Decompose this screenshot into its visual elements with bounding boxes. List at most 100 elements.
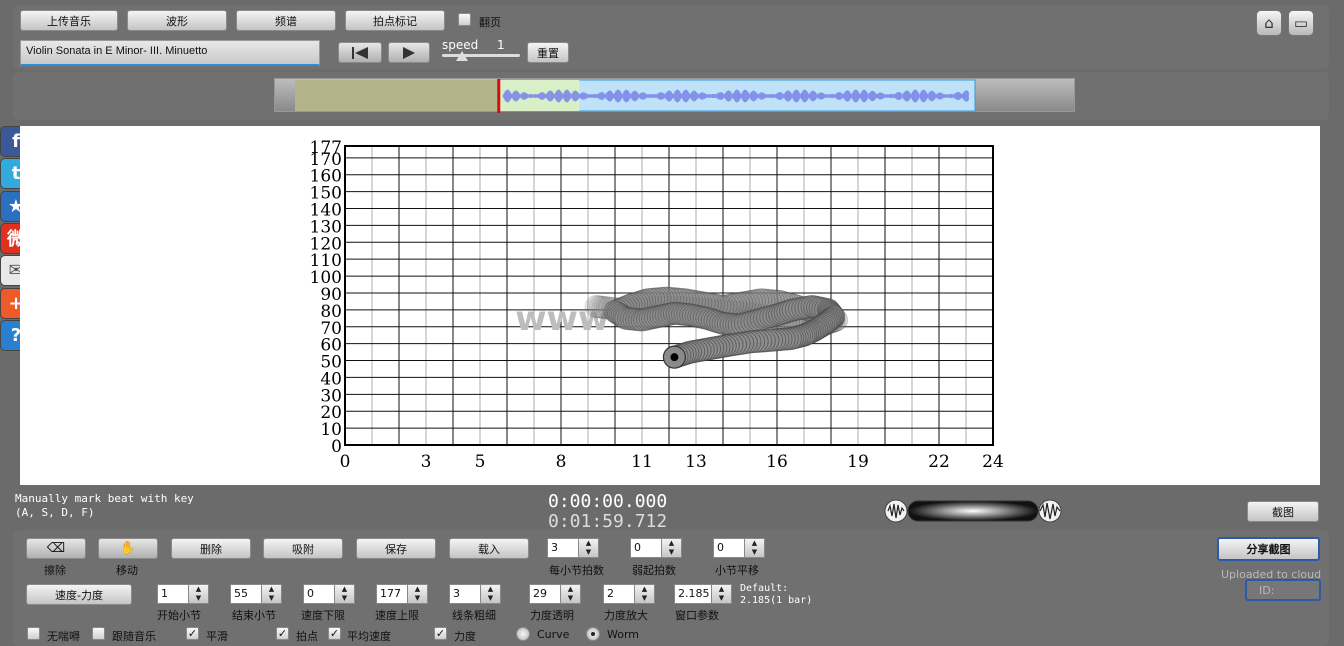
- follow-music-checkbox[interactable]: [92, 627, 105, 640]
- beats-per-bar-value[interactable]: 3: [547, 538, 579, 558]
- bar-shift-label: 小节平移: [715, 564, 759, 577]
- speed-slider-track[interactable]: [442, 54, 520, 57]
- worm-radio[interactable]: [586, 627, 600, 641]
- hint-text-line1: Manually mark beat with key: [15, 492, 194, 505]
- waveform-overview[interactable]: [274, 78, 1075, 113]
- no-breath-checkbox[interactable]: [27, 627, 40, 640]
- chevron-up-icon[interactable]: ▲: [712, 585, 731, 594]
- move-button[interactable]: ✋: [98, 538, 158, 559]
- reset-button[interactable]: 重置: [527, 42, 569, 63]
- page-flip-label: 翻页: [479, 16, 501, 29]
- chevron-up-icon[interactable]: ▲: [262, 585, 281, 594]
- chevron-down-icon[interactable]: ▼: [712, 594, 731, 603]
- chevron-up-icon[interactable]: ▲: [635, 585, 654, 594]
- tempo-min-stepper[interactable]: 0 ▲ ▼: [303, 584, 355, 604]
- tempo-max-value[interactable]: 177: [376, 584, 408, 604]
- tempo-max-stepper[interactable]: 177 ▲ ▼: [376, 584, 428, 604]
- bar-shift-value[interactable]: 0: [713, 538, 745, 558]
- line-width-label: 线条粗细: [452, 609, 496, 622]
- load-button[interactable]: 载入: [449, 538, 529, 559]
- home-icon[interactable]: ⌂: [1256, 10, 1282, 36]
- chevron-down-icon[interactable]: ▼: [481, 594, 500, 603]
- start-bar-stepper[interactable]: 1 ▲ ▼: [157, 584, 209, 604]
- beats-per-bar-stepper[interactable]: 3 ▲ ▼: [547, 538, 599, 558]
- speed-value: 1: [497, 38, 505, 52]
- upbeat-value[interactable]: 0: [630, 538, 662, 558]
- end-bar-stepper[interactable]: 55 ▲ ▼: [230, 584, 282, 604]
- chevron-down-icon[interactable]: ▼: [635, 594, 654, 603]
- chevron-up-icon[interactable]: ▲: [189, 585, 208, 594]
- upbeat-stepper[interactable]: 0 ▲ ▼: [630, 538, 682, 558]
- average-tempo-checkbox[interactable]: ✓: [328, 627, 341, 640]
- chevron-up-icon[interactable]: ▲: [745, 539, 764, 548]
- x-tick-label: 8: [556, 452, 567, 472]
- start-bar-value[interactable]: 1: [157, 584, 189, 604]
- snap-button[interactable]: 吸附: [263, 538, 343, 559]
- curve-radio[interactable]: [516, 627, 530, 641]
- worm-label: Worm: [607, 628, 640, 641]
- fullscreen-icon[interactable]: ▭: [1288, 10, 1314, 36]
- chevron-up-icon[interactable]: ▲: [579, 539, 598, 548]
- chevron-up-icon[interactable]: ▲: [481, 585, 500, 594]
- chevron-down-icon[interactable]: ▼: [408, 594, 427, 603]
- default-line1: Default:: [740, 583, 789, 594]
- chevron-down-icon[interactable]: ▼: [745, 548, 764, 557]
- beat-point-checkbox[interactable]: ✓: [276, 627, 289, 640]
- speed-label: speed: [442, 38, 479, 52]
- spectrum-button[interactable]: 频谱: [236, 10, 336, 31]
- x-tick-label: 11: [631, 452, 653, 472]
- opacity-label: 力度透明: [530, 609, 574, 622]
- song-title-field[interactable]: Violin Sonata in E Minor- III. Minuetto: [20, 40, 320, 66]
- eraser-label: 擦除: [44, 564, 66, 577]
- tempo-dynamics-mode-button[interactable]: 速度-力度: [26, 584, 132, 605]
- opacity-value[interactable]: 29: [529, 584, 561, 604]
- volume-control[interactable]: [884, 499, 1062, 523]
- end-bar-value[interactable]: 55: [230, 584, 262, 604]
- move-icon: ✋: [119, 541, 137, 556]
- x-tick-label: 0: [340, 452, 351, 472]
- skip-to-start-button[interactable]: [338, 42, 382, 63]
- bar-shift-stepper[interactable]: 0 ▲ ▼: [713, 538, 765, 558]
- window-param-label: 窗口参数: [675, 609, 719, 622]
- smooth-label: 平滑: [206, 630, 228, 643]
- chevron-up-icon[interactable]: ▲: [662, 539, 681, 548]
- window-param-stepper[interactable]: 2.185 ▲ ▼: [674, 584, 732, 604]
- playhead-cursor[interactable]: [497, 79, 501, 113]
- chevron-up-icon[interactable]: ▲: [335, 585, 354, 594]
- chevron-down-icon[interactable]: ▼: [561, 594, 580, 603]
- chevron-down-icon[interactable]: ▼: [662, 548, 681, 557]
- dynamics-scale-stepper[interactable]: 2 ▲ ▼: [603, 584, 655, 604]
- play-button[interactable]: [388, 42, 430, 63]
- eraser-button[interactable]: ⌫: [26, 538, 86, 559]
- move-label: 移动: [116, 564, 138, 577]
- played-region: [295, 80, 500, 111]
- chevron-down-icon[interactable]: ▼: [579, 548, 598, 557]
- beat-mark-button[interactable]: 拍点标记: [345, 10, 445, 31]
- chevron-down-icon[interactable]: ▼: [189, 594, 208, 603]
- upload-music-button[interactable]: 上传音乐: [20, 10, 118, 31]
- page-flip-checkbox[interactable]: [458, 13, 471, 26]
- dynamics-checkbox[interactable]: ✓: [434, 627, 447, 640]
- window-param-value[interactable]: 2.185: [674, 584, 712, 604]
- screenshot-button[interactable]: 截图: [1247, 501, 1319, 522]
- volume-slider-svg: [884, 499, 1062, 523]
- opacity-stepper[interactable]: 29 ▲ ▼: [529, 584, 581, 604]
- tempo-min-value[interactable]: 0: [303, 584, 335, 604]
- smooth-checkbox[interactable]: ✓: [186, 627, 199, 640]
- curve-label: Curve: [537, 628, 570, 641]
- dynamics-scale-value[interactable]: 2: [603, 584, 635, 604]
- waveform-button[interactable]: 波形: [127, 10, 227, 31]
- speed-slider-thumb[interactable]: [455, 51, 468, 61]
- share-screenshot-button[interactable]: 分享截图: [1217, 537, 1320, 561]
- line-width-stepper[interactable]: 3 ▲ ▼: [449, 584, 501, 604]
- upbeat-label: 弱起拍数: [632, 564, 676, 577]
- chevron-up-icon[interactable]: ▲: [561, 585, 580, 594]
- line-width-value[interactable]: 3: [449, 584, 481, 604]
- cloud-id-field[interactable]: ID:: [1245, 579, 1321, 601]
- chevron-down-icon[interactable]: ▼: [335, 594, 354, 603]
- chevron-up-icon[interactable]: ▲: [408, 585, 427, 594]
- x-tick-label: 24: [982, 452, 1004, 472]
- chevron-down-icon[interactable]: ▼: [262, 594, 281, 603]
- delete-button[interactable]: 删除: [171, 538, 251, 559]
- save-button[interactable]: 保存: [356, 538, 436, 559]
